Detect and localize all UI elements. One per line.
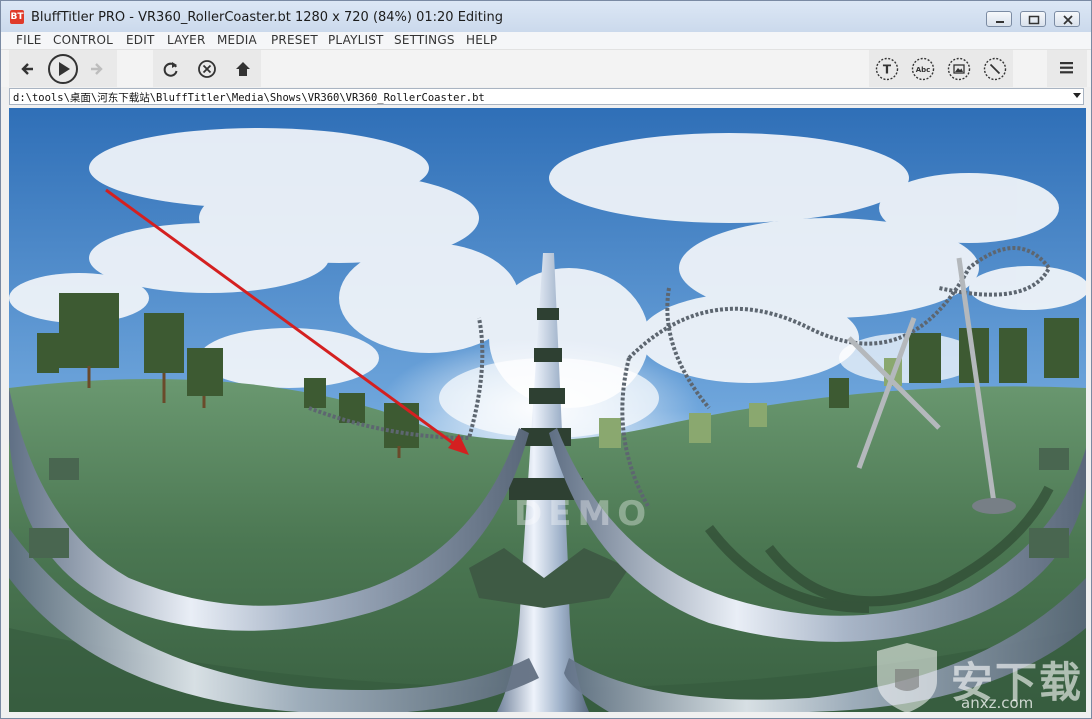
- abc-layer-icon: Abc: [911, 57, 935, 81]
- text-layer-button[interactable]: T: [875, 57, 899, 81]
- app-logo-icon: BT: [10, 10, 24, 24]
- close-button[interactable]: [1054, 11, 1080, 27]
- text-layer-icon: T: [875, 57, 899, 81]
- chevron-down-icon[interactable]: [1073, 93, 1081, 98]
- menu-playlist[interactable]: PLAYLIST: [328, 33, 384, 47]
- vr360-scene-image: [9, 108, 1086, 712]
- back-button[interactable]: [19, 60, 37, 78]
- preview-viewport[interactable]: DEMO: [9, 108, 1086, 712]
- maximize-icon: [1028, 15, 1040, 25]
- abc-layer-button[interactable]: Abc: [911, 57, 935, 81]
- play-button[interactable]: [47, 53, 79, 85]
- main-menu-button[interactable]: [1060, 61, 1074, 75]
- demo-watermark: DEMO: [514, 494, 653, 534]
- home-button[interactable]: [234, 60, 252, 78]
- menu-settings[interactable]: SETTINGS: [394, 33, 455, 47]
- title-bar[interactable]: BT BluffTitler PRO - VR360_RollerCoaster…: [1, 1, 1091, 32]
- picture-layer-icon: [947, 57, 971, 81]
- stop-button[interactable]: [197, 59, 217, 79]
- pen-layer-button[interactable]: [983, 57, 1007, 81]
- window-title: BluffTitler PRO - VR360_RollerCoaster.bt…: [31, 10, 503, 25]
- file-path-value: d:\tools\桌面\河东下载站\BluffTitler\Media\Show…: [13, 92, 485, 104]
- toolbar: T Abc: [1, 50, 1091, 87]
- play-icon: [48, 54, 78, 84]
- picture-layer-button[interactable]: [947, 57, 971, 81]
- close-icon: [1063, 15, 1073, 25]
- hamburger-menu-icon: [1060, 62, 1073, 74]
- app-window: BT BluffTitler PRO - VR360_RollerCoaster…: [0, 0, 1092, 719]
- maximize-button[interactable]: [1020, 11, 1046, 27]
- menu-bar: FILE CONTROL EDIT LAYER MEDIA PRESET PLA…: [1, 32, 1091, 50]
- menu-file[interactable]: FILE: [16, 33, 42, 47]
- back-arrow-icon: [21, 63, 33, 75]
- minimize-icon: [996, 21, 1004, 23]
- forward-button[interactable]: [87, 60, 105, 78]
- menu-help[interactable]: HELP: [466, 33, 497, 47]
- home-icon: [236, 62, 250, 76]
- menu-layer[interactable]: LAYER: [167, 33, 206, 47]
- refresh-button[interactable]: [162, 60, 180, 78]
- refresh-icon: [163, 62, 178, 77]
- menu-edit[interactable]: EDIT: [126, 33, 155, 47]
- text-layer-glyph: T: [883, 63, 892, 77]
- stop-icon: [198, 60, 216, 78]
- forward-arrow-icon: [91, 63, 103, 75]
- menu-control[interactable]: CONTROL: [53, 33, 113, 47]
- site-watermark-text: anxz.com: [961, 694, 1034, 712]
- minimize-button[interactable]: [986, 11, 1012, 27]
- file-path-combobox[interactable]: d:\tools\桌面\河东下载站\BluffTitler\Media\Show…: [9, 88, 1084, 105]
- abc-layer-glyph: Abc: [916, 66, 931, 74]
- menu-preset[interactable]: PRESET: [271, 33, 318, 47]
- menu-media[interactable]: MEDIA: [217, 33, 257, 47]
- pen-layer-icon: [983, 57, 1007, 81]
